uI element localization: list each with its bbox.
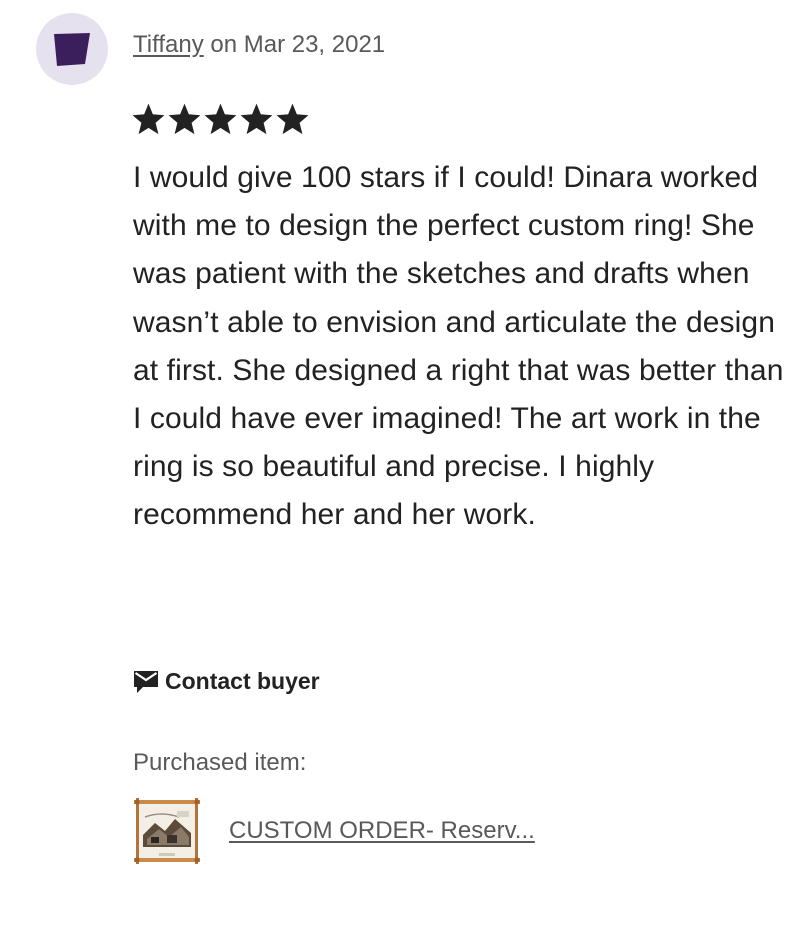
contact-buyer-label: Contact buyer	[165, 668, 320, 694]
reviewer-name-link[interactable]: Tiffany	[133, 31, 204, 58]
purchased-item-title: CUSTOM ORDER- Reserv...	[229, 817, 535, 844]
star-filled-icon	[276, 103, 309, 135]
contact-buyer-button[interactable]: Contact buyer	[133, 668, 320, 695]
envelope-icon	[134, 670, 158, 693]
item-thumbnail	[134, 798, 200, 864]
review-byline: Tiffany on Mar 23, 2021	[133, 31, 385, 59]
star-filled-icon	[240, 103, 273, 135]
purchased-item-label: Purchased item:	[133, 749, 307, 776]
review-date: on Mar 23, 2021	[203, 31, 386, 58]
star-filled-icon	[132, 103, 165, 135]
star-filled-icon	[168, 103, 201, 135]
review-text: I would give 100 stars if I could! Dinar…	[133, 161, 784, 532]
avatar-shape-icon	[54, 33, 90, 66]
star-filled-icon	[204, 103, 237, 135]
star-rating	[132, 103, 309, 136]
reviewer-avatar[interactable]	[36, 13, 108, 85]
purchased-item-link[interactable]: CUSTOM ORDER- Reserv...	[131, 795, 535, 867]
